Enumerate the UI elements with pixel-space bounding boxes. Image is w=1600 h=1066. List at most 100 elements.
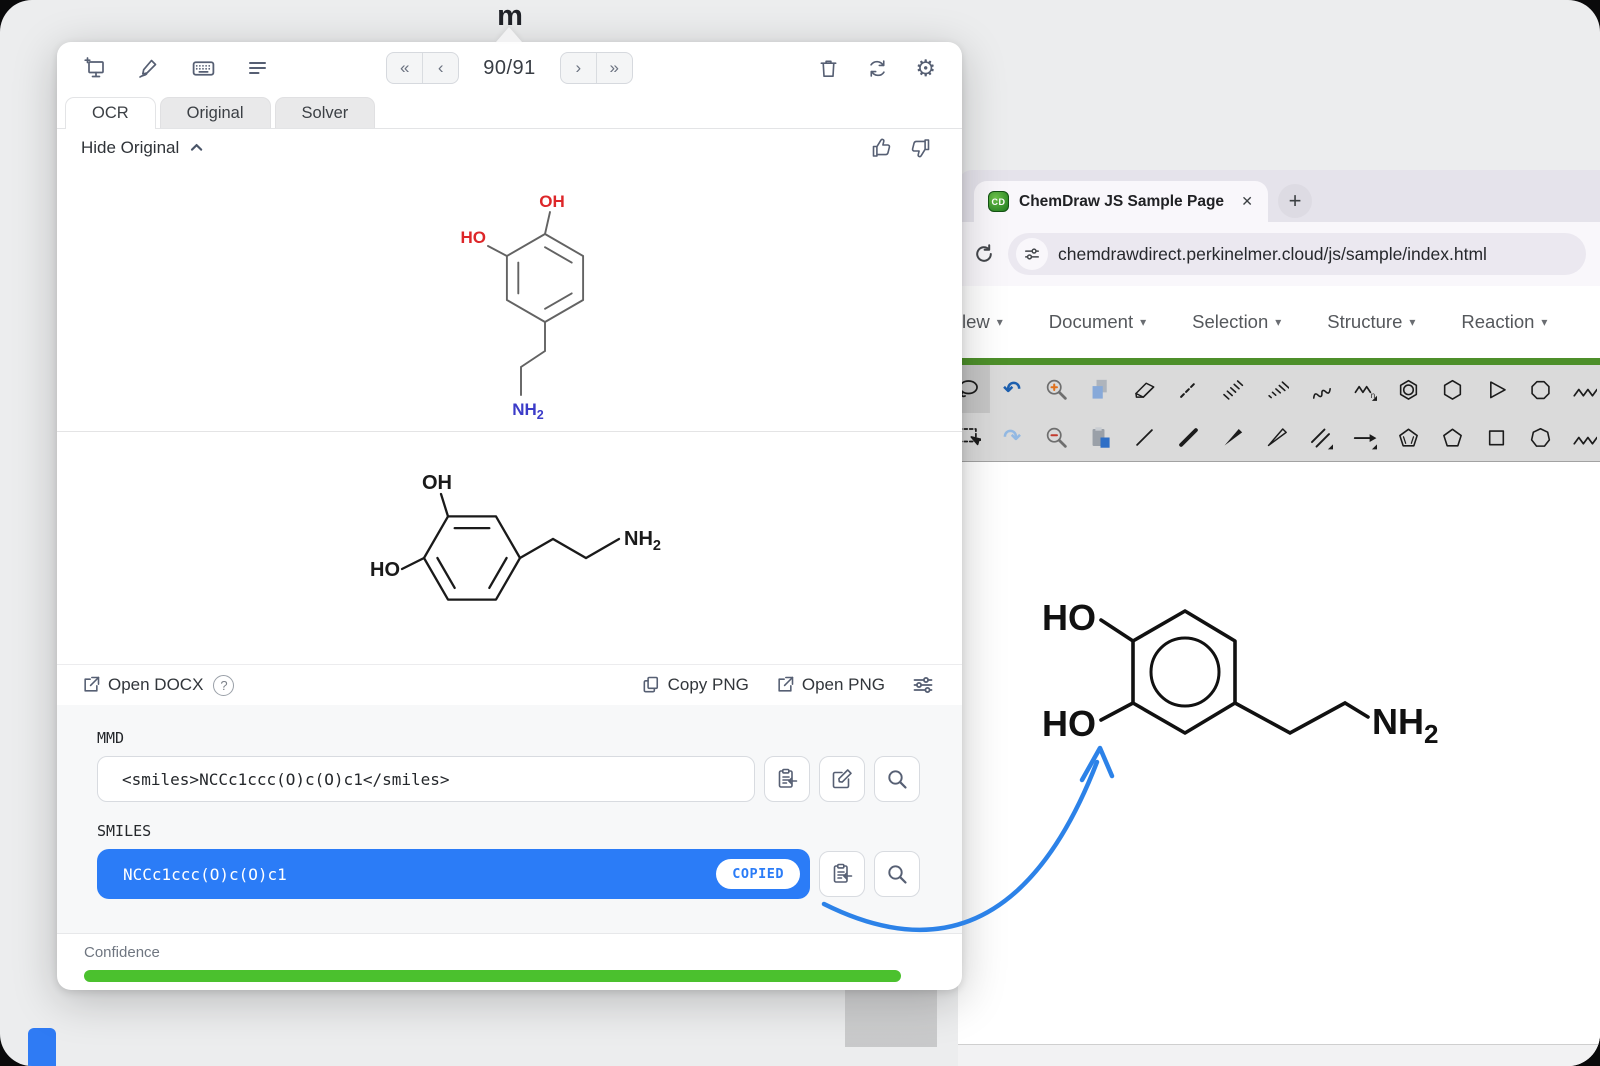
- settings-icon[interactable]: ⚙: [915, 57, 936, 80]
- lines-icon[interactable]: [246, 56, 270, 80]
- page-indicator: 90/91: [483, 57, 536, 80]
- browser-tab[interactable]: CD ChemDraw JS Sample Page ✕: [974, 181, 1268, 222]
- single-bond-tool[interactable]: [1122, 413, 1166, 461]
- hashed-wedge-bond-tool[interactable]: [1254, 365, 1298, 413]
- wedge-bond-tool[interactable]: [1210, 413, 1254, 461]
- browser-toolbar: chemdrawdirect.perkinelmer.cloud/js/samp…: [958, 222, 1600, 286]
- copy-button[interactable]: [1078, 365, 1122, 413]
- mmd-edit-button[interactable]: [819, 756, 865, 802]
- chemdraw-page: lew▾ Document▾ Selection▾ Structure▾ Reactio…: [958, 286, 1600, 1066]
- cyclooctane-ring-tool[interactable]: [1518, 365, 1562, 413]
- original-image-panel: OH HO NH2: [57, 167, 962, 432]
- hide-original-label[interactable]: Hide Original: [81, 138, 179, 158]
- rendered-ho-label: HO: [370, 559, 400, 581]
- first-page-button[interactable]: «: [387, 53, 422, 83]
- cyclohexane-ring-tool[interactable]: [1430, 365, 1474, 413]
- copied-badge: COPIED: [716, 859, 800, 889]
- mmd-search-button[interactable]: [874, 756, 920, 802]
- draw-icon[interactable]: [137, 56, 161, 80]
- format-settings-icon[interactable]: [911, 673, 935, 697]
- rendered-structure-panel: OH HO NH2: [57, 432, 962, 664]
- tab-close-button[interactable]: ✕: [1236, 190, 1258, 213]
- cyclopentadiene-ring-tool[interactable]: [1386, 413, 1430, 461]
- external-link-icon: [775, 675, 795, 695]
- canvas-molecule-dopamine[interactable]: HO HO NH2: [998, 568, 1478, 783]
- thumb-up-icon[interactable]: [870, 136, 894, 160]
- smiles-value: NCCc1ccc(O)c(O)c1: [123, 865, 716, 884]
- zoom-in-tool[interactable]: [1034, 365, 1078, 413]
- cyclopentane-ring-tool[interactable]: [1430, 413, 1474, 461]
- marquee-tool[interactable]: [958, 413, 990, 461]
- site-settings-icon[interactable]: [1016, 238, 1048, 270]
- chemdraw-canvas[interactable]: HO HO NH2: [958, 462, 1600, 1045]
- cycloheptane-ring-tool[interactable]: [1518, 413, 1562, 461]
- help-icon[interactable]: ?: [213, 675, 234, 696]
- canvas-ho-bottom-label: HO: [1042, 703, 1096, 744]
- rendered-nh2-label: NH2: [624, 528, 661, 554]
- external-link-icon: [81, 675, 101, 695]
- arrow-tool[interactable]: [1342, 413, 1386, 461]
- mmd-label: MMD: [97, 729, 920, 747]
- menu-selection[interactable]: Selection▾: [1192, 311, 1281, 333]
- smiles-input[interactable]: NCCc1ccc(O)c(O)c1 COPIED: [97, 849, 810, 899]
- snip-tab-ocr[interactable]: OCR: [65, 97, 156, 129]
- lasso-tool[interactable]: [958, 365, 990, 413]
- mmd-input[interactable]: <smiles>NCCc1ccc(O)c(O)c1</smiles>: [97, 756, 755, 802]
- undo-button[interactable]: ↶: [990, 365, 1034, 413]
- new-tab-button[interactable]: +: [1278, 184, 1312, 218]
- thumb-down-icon[interactable]: [908, 136, 932, 160]
- refresh-icon[interactable]: [866, 57, 889, 80]
- snip-tab-solver[interactable]: Solver: [275, 97, 376, 128]
- menu-reaction[interactable]: Reaction▾: [1461, 311, 1547, 333]
- tab-title: ChemDraw JS Sample Page: [1019, 193, 1226, 211]
- original-ho-label: HO: [461, 228, 487, 247]
- chain-tool-2[interactable]: [1562, 413, 1600, 461]
- reload-button[interactable]: [972, 242, 996, 266]
- url-text: chemdrawdirect.perkinelmer.cloud/js/samp…: [1058, 244, 1487, 265]
- original-nh2-label: NH2: [512, 400, 544, 422]
- trash-icon[interactable]: [817, 57, 840, 80]
- menu-document[interactable]: Document▾: [1049, 311, 1146, 333]
- last-page-button[interactable]: »: [596, 53, 632, 83]
- hollow-wedge-bond-tool[interactable]: [1254, 413, 1298, 461]
- open-docx-button[interactable]: Open DOCX: [81, 675, 203, 695]
- menu-lew[interactable]: lew▾: [962, 311, 1003, 333]
- smiles-search-button[interactable]: [874, 851, 920, 897]
- mmd-copy-button[interactable]: [764, 756, 810, 802]
- address-bar[interactable]: chemdrawdirect.perkinelmer.cloud/js/samp…: [1008, 233, 1586, 275]
- desktop: CD ChemDraw JS Sample Page ✕ + chemdrawd…: [0, 0, 1600, 1066]
- chemdraw-toolbar: ↶ n ↷: [958, 365, 1600, 462]
- zoom-out-tool[interactable]: [1034, 413, 1078, 461]
- rendered-oh-label: OH: [422, 472, 452, 494]
- snip-tab-original[interactable]: Original: [160, 97, 271, 128]
- menu-structure[interactable]: Structure▾: [1327, 311, 1415, 333]
- hashed-bond-tool[interactable]: [1210, 365, 1254, 413]
- polymer-bracket-tool[interactable]: n: [1342, 365, 1386, 413]
- caret-up-icon[interactable]: [187, 138, 207, 158]
- paste-button[interactable]: [1078, 413, 1122, 461]
- redo-button[interactable]: ↷: [990, 413, 1034, 461]
- open-png-button[interactable]: Open PNG: [775, 675, 885, 695]
- bold-bond-tool[interactable]: [1166, 413, 1210, 461]
- next-page-button[interactable]: ›: [561, 53, 596, 83]
- popover-caret: [496, 27, 522, 42]
- browser-window: CD ChemDraw JS Sample Page ✕ + chemdrawd…: [958, 170, 1600, 1066]
- canvas-ho-top-label: HO: [1042, 597, 1096, 638]
- prev-page-button[interactable]: ‹: [422, 53, 458, 83]
- chain-tool[interactable]: [1562, 365, 1600, 413]
- copy-png-button[interactable]: Copy PNG: [641, 675, 749, 695]
- snip-header: «‹ 90/91 ›» ⚙: [57, 42, 962, 94]
- benzene-ring-tool[interactable]: [1386, 365, 1430, 413]
- menu-caret-icon: ▾: [1140, 315, 1146, 329]
- double-bond-tool[interactable]: [1298, 413, 1342, 461]
- smiles-copy-button[interactable]: [819, 851, 865, 897]
- keyboard-icon[interactable]: [191, 56, 216, 81]
- cyclobutane-ring-tool[interactable]: [1474, 413, 1518, 461]
- dashed-bond-tool[interactable]: [1166, 365, 1210, 413]
- cyclopropane-ring-tool[interactable]: [1474, 365, 1518, 413]
- confidence-bar: [84, 970, 901, 982]
- canvas-nh2-label: NH2: [1372, 701, 1438, 749]
- eraser-tool[interactable]: [1122, 365, 1166, 413]
- screenshot-icon[interactable]: [83, 56, 107, 80]
- wavy-bond-tool[interactable]: [1298, 365, 1342, 413]
